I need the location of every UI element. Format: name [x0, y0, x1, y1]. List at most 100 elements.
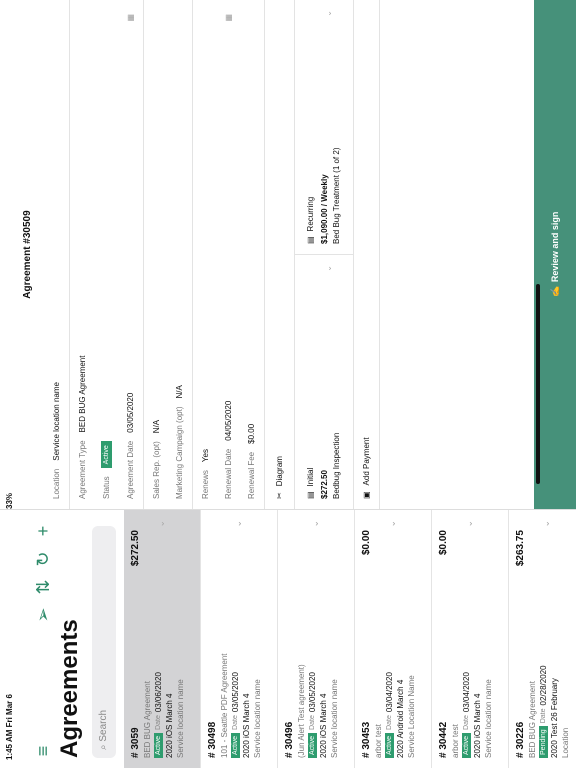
location-value: Service location name: [52, 382, 61, 461]
initial-payment[interactable]: ▤ Initial $272.50 Bedbug Inspection ⌄: [295, 255, 353, 509]
location-row[interactable]: Location Service location name: [52, 10, 61, 499]
agreement-type-row[interactable]: Agreement Type BED BUG Agreement: [78, 10, 87, 499]
renewal-date-row[interactable]: Renewal Date 04/05/2020 ▦: [224, 10, 233, 499]
renewal-date-value: 04/05/2020: [224, 400, 233, 441]
recurring-payment[interactable]: ▤ Recurring $1,090.00 / Weekly Bed Bug Tr…: [295, 0, 353, 255]
add-payment-label: Add Payment: [362, 437, 371, 486]
date-label: Date: [386, 715, 393, 730]
status-badge: Active: [462, 732, 471, 758]
service-location: Location: [561, 727, 570, 758]
chevron-down-icon: ⌄: [464, 520, 474, 528]
agreement-amount: $0.00: [438, 530, 449, 556]
account-name: 2020 iOS March 4: [473, 693, 482, 758]
toolbar: ≡ ➢ ⇅ ↻ +: [32, 510, 56, 768]
agreement-amount: $272.50: [130, 530, 141, 567]
agreements-pane: ≡ ➢ ⇅ ↻ + Agreements ⌕ Search # 3059 $272…: [0, 510, 576, 768]
pricing-section: ▤ Initial $272.50 Bedbug Inspection ⌄ ▤ Re…: [295, 0, 354, 509]
calendar-icon[interactable]: ▦: [126, 14, 135, 22]
initial-label: Initial: [306, 467, 315, 487]
renews-row[interactable]: Renews Yes: [201, 10, 210, 499]
agreement-card[interactable]: # 30442 $0.00 arbor test Active Date 03/04/20…: [432, 510, 509, 768]
agreement-date: 03/05/2020: [308, 672, 317, 713]
status-badge: Active: [231, 732, 240, 758]
agreement-date: 03/05/2020: [231, 672, 240, 713]
agreement-type: (Jun Alert Test agreement): [297, 664, 306, 758]
agreement-card[interactable]: # 30226 $263.75 BED BUG Agreement Pending Da…: [509, 510, 576, 768]
detail-sections: Location Service location name Agreement…: [44, 0, 380, 509]
payment-icon: ▣: [362, 491, 371, 499]
app-screen: 1:45 AM Fri Mar 6 33% ≡ ➢ ⇅ ↻ + Agreemen…: [0, 0, 576, 768]
status-badge: Active: [385, 732, 394, 758]
agreement-date-label: Agreement Date: [126, 440, 135, 499]
sort-icon[interactable]: ⇅: [32, 576, 54, 598]
renewal-date-label: Renewal Date: [224, 448, 233, 499]
marketing-label: Marketing Campaign (opt): [175, 406, 184, 499]
agreement-amount: $263.75: [515, 530, 526, 567]
review-sign-button[interactable]: ✍ Review and sign: [534, 0, 576, 509]
agreement-card[interactable]: # 3059 $272.50 BED BUG Agreement Active Date…: [124, 510, 201, 768]
renewal-fee-label: Renewal Fee: [247, 451, 256, 499]
agreement-card[interactable]: # 30496 (Jun Alert Test agreement) Active D…: [278, 510, 355, 768]
refresh-icon[interactable]: ↻: [32, 548, 54, 570]
account-name: 2020 iOS March 4: [242, 693, 251, 758]
chevron-down-icon: ⌄: [541, 520, 551, 528]
chevron-down-icon: ⌄: [324, 265, 333, 272]
date-label: Date: [155, 715, 162, 730]
sales-rep-label: Sales Rep. (opt): [152, 441, 161, 499]
location-label: Location: [52, 468, 61, 499]
section-renewal: Renews Yes Renewal Date 04/05/2020 ▦ Ren…: [193, 0, 265, 509]
agreement-date: 02/28/2020: [539, 665, 548, 706]
agreement-type-label: Agreement Type: [78, 440, 87, 499]
add-payment-button[interactable]: ▣ Add Payment: [354, 0, 380, 509]
initial-desc: Bedbug Inspection: [332, 432, 341, 499]
service-location: Service location name: [484, 679, 493, 758]
agreement-type: BED BUG Agreement: [528, 681, 537, 758]
agreement-number: # 30453: [361, 721, 372, 758]
agreement-card[interactable]: # 30498 101 - Seattle PDF Agreement Active…: [201, 510, 278, 768]
status-badge: Pending: [539, 726, 548, 758]
agreement-date-value: 03/05/2020: [126, 392, 135, 433]
date-label: Date: [232, 715, 239, 730]
diagram-label: Diagram: [275, 456, 284, 487]
service-location: Service location name: [330, 679, 339, 758]
agreement-number: # 30442: [438, 721, 449, 758]
agreement-number: # 30498: [207, 721, 218, 758]
service-location: Service Location Name: [407, 675, 416, 758]
date-label: Date: [463, 715, 470, 730]
calendar-icon[interactable]: ▦: [224, 14, 233, 22]
initial-amount: $272.50: [320, 470, 329, 499]
review-sign-label: Review and sign: [550, 211, 560, 283]
pane-divider: [0, 509, 576, 510]
renews-value: Yes: [201, 449, 210, 463]
invoice-icon: ▤: [306, 491, 315, 499]
signature-icon: ✍: [549, 286, 560, 298]
add-icon[interactable]: +: [32, 520, 54, 542]
agreement-number: # 30496: [284, 721, 295, 758]
agreement-detail: Agreement #30509 Location Service locati…: [0, 0, 576, 509]
service-location: Service location name: [253, 679, 262, 758]
sales-rep-row[interactable]: Sales Rep. (opt) N/A: [152, 10, 161, 499]
recurring-desc: Bed Bug Treatment (1 of 2): [332, 147, 341, 245]
agreement-date-row[interactable]: Agreement Date 03/05/2020 ▦: [126, 10, 135, 499]
diagram-row[interactable]: ✂ Diagram: [265, 0, 295, 509]
agreement-date: 03/04/2020: [385, 672, 394, 713]
agreement-card[interactable]: # 30453 $0.00 arbor test Active Date 03/04/20…: [355, 510, 432, 768]
section-sales: Sales Rep. (opt) N/A Marketing Campaign …: [144, 0, 193, 509]
chevron-down-icon: ⌄: [310, 520, 320, 528]
diagram-icon: ✂: [275, 492, 284, 499]
detail-title: Agreement #30509: [22, 210, 33, 299]
recurring-label: Recurring: [306, 196, 315, 232]
chevron-down-icon: ⌄: [233, 520, 243, 528]
chevron-down-icon: ⌄: [387, 520, 397, 528]
marketing-row[interactable]: Marketing Campaign (opt) N/A: [175, 10, 184, 499]
agreement-type-value: BED BUG Agreement: [78, 355, 87, 433]
renewal-fee-value: $0.00: [247, 423, 256, 444]
agreement-type: 101 - Seattle PDF Agreement: [220, 653, 229, 759]
account-name: 2020 Android March 4: [396, 679, 405, 758]
account-name: 2020 Test 26 February: [550, 678, 559, 758]
renewal-fee-row[interactable]: Renewal Fee $0.00: [247, 10, 256, 499]
search-input[interactable]: ⌕ Search: [92, 526, 116, 758]
send-icon[interactable]: ➢: [32, 604, 54, 626]
menu-icon[interactable]: ≡: [32, 740, 54, 762]
agreement-type: arbor test: [451, 724, 460, 758]
